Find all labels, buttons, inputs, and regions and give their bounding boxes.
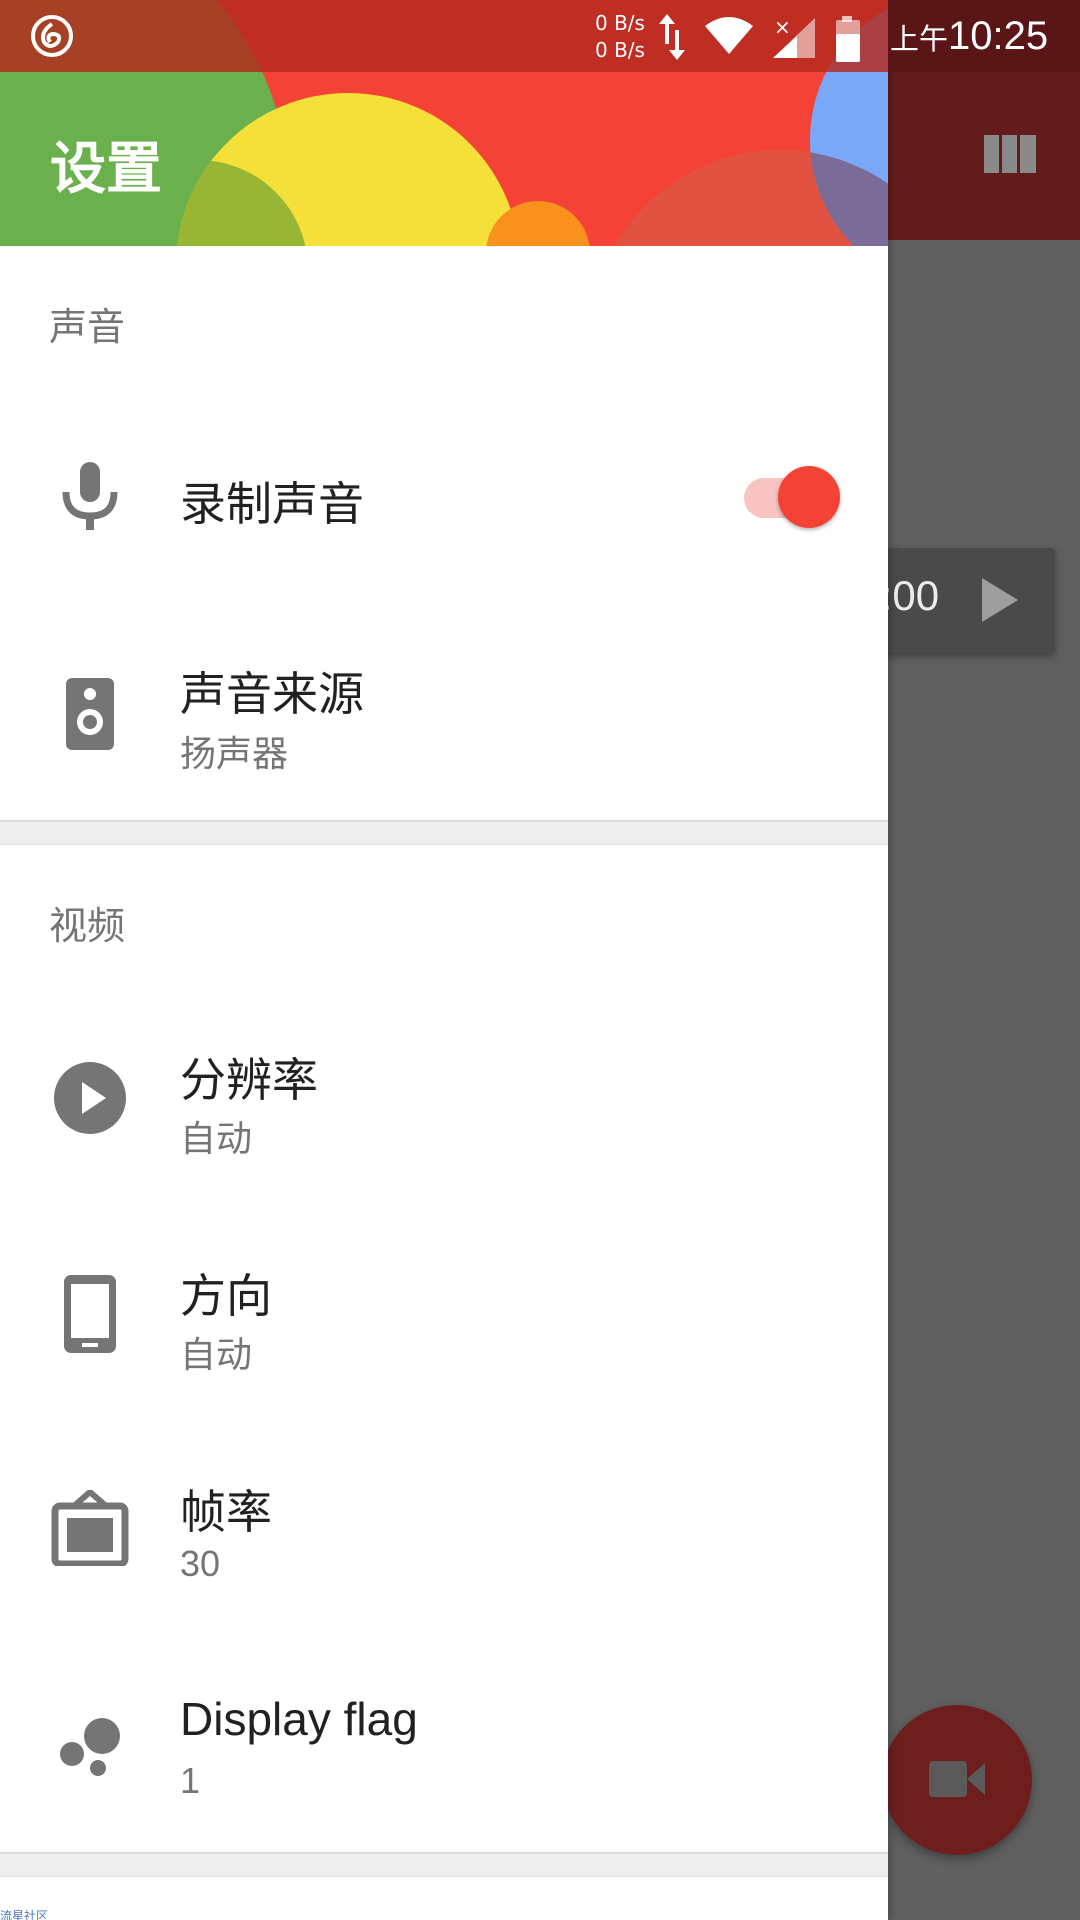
status-bar: 0 B/s 0 B/s × 上午10:25 [0,0,1080,72]
battery-icon [836,16,860,62]
setting-title: 方向 [180,1269,272,1323]
timer-play-icon[interactable] [980,578,1020,626]
video-camera-icon [929,1761,985,1797]
clock-time: 10:25 [948,14,1049,58]
setting-title: 分辨率 [180,1053,318,1107]
play-circle-icon [50,1060,130,1140]
signal-off-icon: × [773,15,815,58]
status-icons: × [655,14,865,66]
setting-value: 自动 [180,1119,253,1160]
settings-drawer: 设置 声音 录制声音 声音来源 扬声器 视频 分辨率 自动 方向 自动 帧率 3… [0,0,888,1920]
section-divider [0,1852,888,1877]
bubbles-icon [50,1712,130,1782]
watermark-text: 流星社区 [0,1909,49,1920]
view-column-icon[interactable] [984,135,1036,173]
drawer-title: 设置 [50,137,162,202]
setting-title: 录制声音 [180,477,364,531]
clock: 上午10:25 [890,14,1048,59]
record-video-fab[interactable] [882,1705,1032,1855]
section-divider [0,820,888,845]
record-audio-toggle[interactable] [778,466,840,528]
tv-icon [50,1488,130,1570]
wifi-icon [705,17,753,54]
net-up-text: 0 B/s [595,11,645,35]
svg-text:×: × [774,15,791,39]
net-down-text: 0 B/s [595,38,645,62]
clock-ampm: 上午 [890,22,949,56]
setting-value: 扬声器 [180,734,289,775]
network-speed: 0 B/s 0 B/s [595,10,645,64]
setting-title: Display flag [180,1693,418,1745]
section-header-video: 视频 [49,904,126,948]
data-transfer-icon [659,14,685,60]
setting-value: 30 [180,1543,221,1584]
setting-value: 1 [180,1760,201,1801]
setting-title: 声音来源 [180,667,364,721]
setting-value: 自动 [180,1335,253,1376]
speaker-icon [50,676,130,756]
app-notification-icon [30,14,74,62]
setting-title: 帧率 [180,1485,272,1539]
microphone-icon [50,462,130,536]
phone-icon [50,1274,130,1358]
section-header-sound: 声音 [49,305,126,349]
